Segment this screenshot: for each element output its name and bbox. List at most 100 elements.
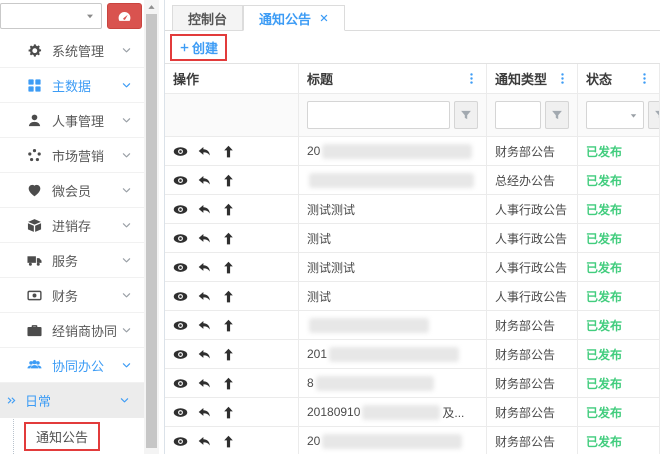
top-combobox[interactable] [0,3,102,29]
title-filter-button[interactable] [454,101,478,129]
publish-up-action-button[interactable] [221,318,236,333]
view-action-button[interactable] [173,260,188,275]
tab-console[interactable]: 控制台 [172,5,243,31]
undo-action-button[interactable] [197,347,212,362]
row-type-text: 财务部公告 [495,346,555,363]
close-icon[interactable] [319,13,329,23]
type-filter-input[interactable] [495,101,541,129]
funnel-icon [654,109,660,121]
column-menu-icon[interactable] [556,72,569,85]
undo-action-button[interactable] [197,231,212,246]
column-header-label: 状态 [586,69,612,88]
undo-action-button[interactable] [197,144,212,159]
row-status-cell: 已发布 [578,282,660,310]
sidebar-item[interactable]: 经销商协同 [0,313,144,348]
sidebar-item[interactable]: 人事管理 [0,103,144,138]
publish-up-action-button[interactable] [221,405,236,420]
undo-action-button[interactable] [197,376,212,391]
column-menu-icon[interactable] [465,72,478,85]
sidebar-item[interactable]: 系统管理 [0,33,144,68]
title-filter-input[interactable] [307,101,450,129]
publish-up-action-button[interactable] [221,260,236,275]
view-action-button[interactable] [173,202,188,217]
publish-up-action-button[interactable] [221,289,236,304]
publish-up-action-button[interactable] [221,144,236,159]
row-title-cell: 测试测试 [299,253,487,281]
sidebar-item-label: 协同办公 [52,356,104,375]
sidebar-submenu-group: 日常 通知公告 [0,383,144,454]
row-type-text: 人事行政公告 [495,288,567,305]
caret-down-icon [628,110,639,121]
sidebar-item[interactable]: 微会员 [0,173,144,208]
scrollbar-up-arrow[interactable] [144,0,159,14]
publish-up-action-button[interactable] [221,376,236,391]
sidebar-item[interactable]: 主数据 [0,68,144,103]
chevron-down-icon [119,395,130,406]
view-action-button[interactable] [173,231,188,246]
sidebar-item[interactable]: 财务 [0,278,144,313]
table-row: 201财务部公告已发布 [165,340,660,369]
view-action-button[interactable] [173,434,188,449]
view-action-button[interactable] [173,173,188,188]
create-button[interactable]: 创建 [179,38,218,57]
row-type-cell: 财务部公告 [487,369,578,397]
chevron-down-icon [121,360,132,371]
undo-action-button[interactable] [197,202,212,217]
row-status-cell: 已发布 [578,224,660,252]
undo-action-button[interactable] [197,289,212,304]
grid-toolbar: 创建 [165,31,660,63]
publish-up-action-button[interactable] [221,231,236,246]
dashboard-button[interactable] [107,3,142,29]
double-chevron-right-icon [6,395,17,406]
tab-notice-announcement[interactable]: 通知公告 [243,5,345,31]
publish-up-action-button[interactable] [221,202,236,217]
status-badge: 已发布 [586,375,622,392]
sidebar-scrollbar[interactable] [144,0,159,454]
chevron-down-icon [121,80,132,91]
sidebar-item[interactable]: 服务 [0,243,144,278]
publish-up-action-button[interactable] [221,347,236,362]
sidebar-item[interactable]: 进销存 [0,208,144,243]
row-title-text: 测试 [307,288,331,305]
row-title-cell [299,166,487,194]
row-type-text: 财务部公告 [495,143,555,160]
status-badge: 已发布 [586,259,622,276]
create-button-highlight: 创建 [170,34,227,61]
view-action-button[interactable] [173,347,188,362]
row-actions-cell [165,369,299,397]
undo-action-button[interactable] [197,405,212,420]
status-filter-button[interactable] [648,101,660,129]
undo-action-button[interactable] [197,260,212,275]
sidebar-item-notice-announcement[interactable]: 通知公告 [0,418,144,454]
column-menu-icon[interactable] [638,72,651,85]
table-row: 测试 人事行政公告已发布 [165,282,660,311]
redacted-text-block [329,347,459,362]
row-type-text: 总经办公告 [495,172,555,189]
table-row: 总经办公告已发布 [165,166,660,195]
row-title-text: 20 [307,434,320,448]
view-action-button[interactable] [173,318,188,333]
sidebar-item[interactable]: 市场营销 [0,138,144,173]
notice-announcement-highlight[interactable]: 通知公告 [24,422,100,451]
row-actions-cell [165,253,299,281]
table-row: 20财务部公告已发布 [165,137,660,166]
publish-up-action-button[interactable] [221,173,236,188]
view-action-button[interactable] [173,289,188,304]
undo-action-button[interactable] [197,434,212,449]
sidebar-item-daily[interactable]: 日常 [0,383,144,418]
publish-up-action-button[interactable] [221,434,236,449]
sidebar-item[interactable]: 协同办公 [0,348,144,383]
row-type-text: 财务部公告 [495,404,555,421]
row-status-cell: 已发布 [578,369,660,397]
view-action-button[interactable] [173,405,188,420]
view-action-button[interactable] [173,376,188,391]
undo-action-button[interactable] [197,173,212,188]
heart-icon [27,183,42,198]
view-action-button[interactable] [173,144,188,159]
undo-action-button[interactable] [197,318,212,333]
type-filter-button[interactable] [545,101,569,129]
status-filter-select[interactable] [586,101,644,129]
tab-bar: 控制台 通知公告 [165,0,660,31]
row-status-cell: 已发布 [578,398,660,426]
scrollbar-thumb[interactable] [146,14,157,448]
